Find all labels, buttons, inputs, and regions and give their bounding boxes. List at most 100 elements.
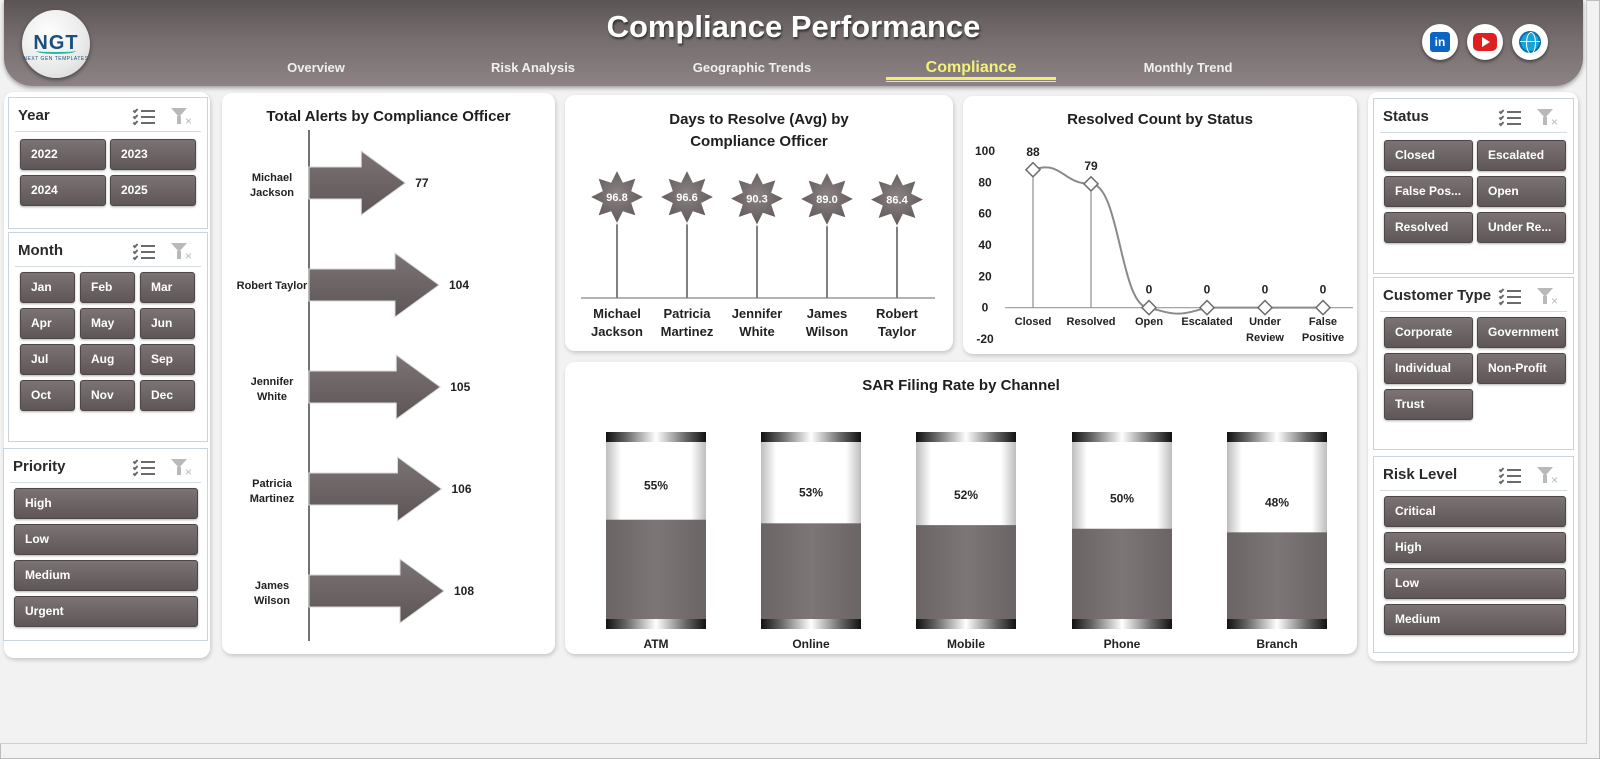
year-2024-button[interactable]: 2024 [20,175,106,206]
clear-filter-icon[interactable]: × [171,108,193,127]
resolved-y-tick-label: -20 [976,332,994,346]
month-nov-button[interactable]: Nov [80,380,135,411]
alerts-category-label: Patricia Martinez [250,478,295,505]
month-mar-button[interactable]: Mar [140,272,195,303]
resolved-category-label: Escalated [1181,316,1232,328]
status-slicer: Status × Closed Escalated False Pos... O… [1373,98,1574,274]
days-category-label: James Wilson [806,306,849,339]
alerts-bar-arrow [308,558,445,624]
resolved-marker [1256,299,1274,316]
resolved-category-label: Closed [1015,316,1052,328]
multi-select-icon[interactable] [1498,287,1521,306]
sar-cylinder-cap-bottom [1072,619,1172,629]
tab-geographic-trends[interactable]: Geographic Trends [672,60,832,75]
slicer-divider [1380,132,1567,133]
youtube-button[interactable] [1467,24,1503,60]
resolved-chart-panel: Resolved Count by Status 100 80 60 40 20 0 -20… [963,96,1357,354]
slicer-divider [1380,311,1567,312]
month-slicer: Month × Jan Feb Mar Apr May Jun Jul Aug … [8,232,208,442]
tab-compliance[interactable]: Compliance [886,59,1056,77]
month-jul-button[interactable]: Jul [20,344,75,375]
multi-select-icon[interactable] [132,242,155,261]
status-open-button[interactable]: Open [1477,176,1566,207]
clear-filter-icon[interactable]: × [1537,467,1559,486]
risk-high-button[interactable]: High [1384,532,1566,563]
status-closed-button[interactable]: Closed [1384,140,1473,171]
days-category-label: Robert Taylor [876,306,919,339]
sar-cylinder-cap-top [1227,432,1327,442]
customer-non-profit-button[interactable]: Non-Profit [1477,353,1566,384]
alerts-data-label: 77 [415,176,429,190]
clear-filter-icon[interactable]: × [171,243,193,262]
alerts-data-label: 105 [450,380,470,394]
sar-category-label: ATM [643,637,668,651]
resolved-y-tick-label: 40 [978,238,992,252]
risk-medium-button[interactable]: Medium [1384,604,1566,635]
resolved-data-label: 79 [1084,159,1098,173]
customer-individual-button[interactable]: Individual [1384,353,1473,384]
year-slicer: Year × 2022 2023 2024 2025 [8,97,208,229]
sar-bar-fill [916,525,1016,619]
slicer-icons: × [132,457,197,479]
alerts-data-label: 108 [454,584,474,598]
status-under-review-button[interactable]: Under Re... [1477,212,1566,243]
sar-category-label: Phone [1104,637,1141,651]
sar-cylinder-cap-bottom [761,619,861,629]
risk-low-button[interactable]: Low [1384,568,1566,599]
alerts-bar-arrow [308,456,443,522]
multi-select-icon[interactable] [132,107,155,126]
customer-trust-button[interactable]: Trust [1384,389,1473,420]
slicer-divider [15,266,201,267]
month-apr-button[interactable]: Apr [20,308,75,339]
alerts-data-label: 104 [449,278,469,292]
sar-chart-svg: 55% ATM 53% Online 52% Mobile 50% Phone 48% Branc… [606,432,1327,651]
multi-select-icon[interactable] [1498,108,1521,127]
days-data-label: 96.8 [606,192,627,204]
month-sep-button[interactable]: Sep [140,344,195,375]
alerts-data-label: 106 [452,482,472,496]
multi-select-icon[interactable] [132,458,155,477]
status-resolved-button[interactable]: Resolved [1384,212,1473,243]
risk-level-slicer-title: Risk Level [1383,466,1458,483]
year-2025-button[interactable]: 2025 [110,175,196,206]
multi-select-icon[interactable] [1498,466,1521,485]
priority-low-button[interactable]: Low [14,524,198,555]
month-jan-button[interactable]: Jan [20,272,75,303]
tab-overview[interactable]: Overview [266,60,366,75]
month-jun-button[interactable]: Jun [140,308,195,339]
month-aug-button[interactable]: Aug [80,344,135,375]
resolved-y-tick-label: 0 [982,301,989,315]
risk-critical-button[interactable]: Critical [1384,496,1566,527]
sar-cylinder-cap-top [761,432,861,442]
customer-government-button[interactable]: Government [1477,317,1566,348]
alerts-bar-arrow [308,150,407,216]
month-may-button[interactable]: May [80,308,135,339]
priority-medium-button[interactable]: Medium [14,560,198,591]
header-bar: NGT NEXT GEN TEMPLATES Compliance Perfor… [4,0,1583,86]
resolved-marker [1314,299,1332,316]
clear-filter-icon[interactable]: × [1537,109,1559,128]
tab-monthly-trend[interactable]: Monthly Trend [1128,60,1248,75]
resolved-category-label: Resolved [1067,316,1116,328]
resolved-y-tick-label: 60 [978,207,992,221]
clear-filter-icon[interactable]: × [1537,288,1559,307]
resolved-marker [1140,299,1158,316]
resolved-y-tick-label: 80 [978,175,992,189]
customer-corporate-button[interactable]: Corporate [1384,317,1473,348]
days-data-label: 89.0 [816,194,837,206]
priority-urgent-button[interactable]: Urgent [14,596,198,627]
alerts-chart-panel: Total Alerts by Compliance Officer 77 Mic… [222,93,555,654]
priority-high-button[interactable]: High [14,488,198,519]
status-escalated-button[interactable]: Escalated [1477,140,1566,171]
page-title: Compliance Performance [606,9,981,44]
status-false-positive-button[interactable]: False Pos... [1384,176,1473,207]
month-feb-button[interactable]: Feb [80,272,135,303]
tab-risk-analysis[interactable]: Risk Analysis [470,60,596,75]
clear-filter-icon[interactable]: × [171,459,193,478]
year-2022-button[interactable]: 2022 [20,139,106,170]
year-2023-button[interactable]: 2023 [110,139,196,170]
linkedin-button[interactable]: in [1422,24,1458,60]
month-dec-button[interactable]: Dec [140,380,195,411]
website-button[interactable] [1512,24,1548,60]
month-oct-button[interactable]: Oct [20,380,75,411]
